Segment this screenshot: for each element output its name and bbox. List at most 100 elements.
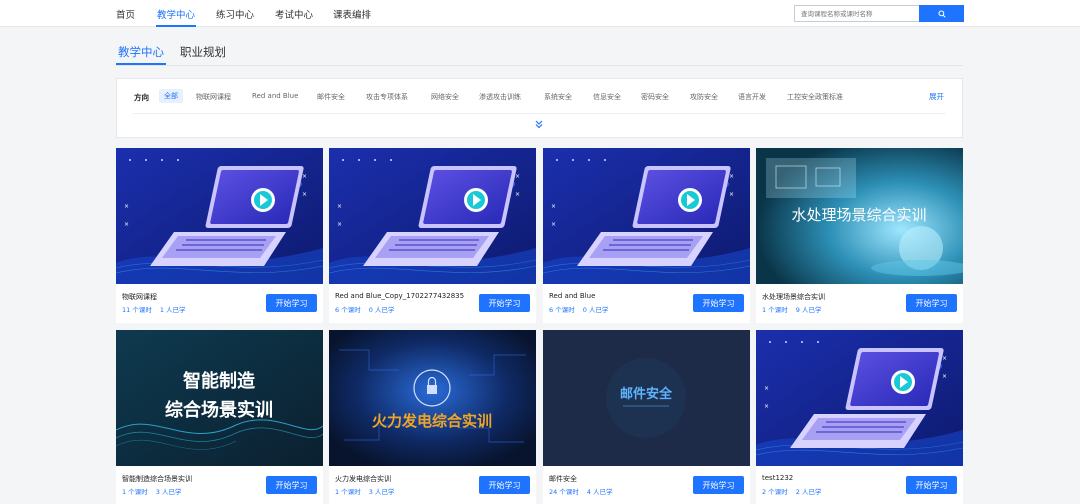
filter-chip[interactable]: 物联网课程 (196, 92, 231, 102)
svg-text:×: × (302, 173, 307, 180)
filter-chip[interactable]: 网络安全 (431, 92, 459, 102)
nav-home[interactable]: 首页 (116, 7, 135, 21)
course-card[interactable]: × × × × 物联网课程 11 个课时 1 人已学 开始学习 (116, 148, 323, 323)
start-learning-button[interactable]: 开始学习 (479, 476, 530, 494)
lesson-count: 24 个课时 (549, 488, 579, 496)
start-learning-button[interactable]: 开始学习 (479, 294, 530, 312)
course-card[interactable]: 智能制造 综合场景实训 智能制造综合场景实训 1 个课时 3 人已学 开始学习 (116, 330, 323, 504)
svg-text:邮件安全: 邮件安全 (620, 386, 673, 402)
filter-chip[interactable]: 语言开发 (738, 92, 766, 102)
filter-chip-all[interactable]: 全部 (159, 89, 183, 103)
filter-chip[interactable]: 密码安全 (641, 92, 669, 102)
direction-filter: 方向 全部 物联网课程 Red and Blue 邮件安全 攻击专项体系 网络安… (116, 78, 963, 138)
lesson-count: 11 个课时 (122, 306, 152, 314)
course-thumbnail[interactable]: 邮件安全 (543, 330, 750, 466)
svg-text:×: × (124, 221, 129, 228)
svg-text:火力发电综合实训: 火力发电综合实训 (372, 412, 492, 430)
nav-exam-center[interactable]: 考试中心 (275, 7, 313, 21)
course-thumbnail[interactable]: × × × × (116, 148, 323, 284)
start-learning-button[interactable]: 开始学习 (693, 294, 744, 312)
start-learning-button[interactable]: 开始学习 (906, 294, 957, 312)
filter-chip[interactable]: 邮件安全 (317, 92, 345, 102)
svg-text:×: × (729, 191, 734, 198)
filter-chip[interactable]: 渗透攻击训练 (479, 92, 521, 102)
svg-text:×: × (942, 355, 947, 362)
thermal-power-illustration: 火力发电综合实训 (329, 330, 536, 466)
svg-text:×: × (764, 385, 769, 392)
nav-schedule[interactable]: 课表编排 (333, 7, 371, 21)
course-thumbnail[interactable]: 智能制造 综合场景实训 (116, 330, 323, 466)
filter-chip[interactable]: 信息安全 (593, 92, 621, 102)
smart-manufacturing-illustration: 智能制造 综合场景实训 (116, 330, 323, 466)
course-thumbnail[interactable]: 水处理场景综合实训 (756, 148, 963, 284)
course-meta: 11 个课时 1 人已学 (122, 304, 186, 314)
mail-security-illustration: 邮件安全 (543, 330, 750, 466)
search-input[interactable] (794, 5, 919, 22)
svg-text:×: × (302, 191, 307, 198)
learner-count: 9 人已学 (795, 306, 822, 314)
course-meta: 1 个课时 3 人已学 (122, 486, 181, 496)
course-card[interactable]: 火力发电综合实训 火力发电综合实训 1 个课时 3 人已学 开始学习 (329, 330, 536, 504)
water-treatment-illustration: 水处理场景综合实训 (756, 148, 963, 284)
lesson-count: 1 个课时 (122, 488, 148, 496)
course-title[interactable]: Red and Blue_Copy_1702277432835 (335, 292, 464, 300)
learner-count: 2 人已学 (795, 488, 822, 496)
laptop-illustration: × × × × (756, 330, 963, 466)
tab-teaching-center[interactable]: 教学中心 (118, 44, 164, 60)
course-meta: 6 个课时 0 人已学 (335, 304, 394, 314)
course-card[interactable]: × × × × test1232 2 个课时 2 人已学 开始学习 (756, 330, 963, 504)
course-title[interactable]: 智能制造综合场景实训 (122, 474, 192, 484)
course-title[interactable]: test1232 (762, 474, 793, 482)
course-title[interactable]: 火力发电综合实训 (335, 474, 391, 484)
start-learning-button[interactable]: 开始学习 (266, 294, 317, 312)
course-meta: 1 个课时 9 人已学 (762, 304, 821, 314)
laptop-illustration: × × × × (329, 148, 536, 284)
nav-practice-center[interactable]: 练习中心 (216, 7, 254, 21)
start-learning-button[interactable]: 开始学习 (693, 476, 744, 494)
course-meta: 24 个课时 4 人已学 (549, 486, 613, 496)
svg-text:×: × (337, 203, 342, 210)
course-title[interactable]: 水处理场景综合实训 (762, 292, 825, 302)
learner-count: 0 人已学 (582, 306, 609, 314)
course-thumbnail[interactable]: × × × × (756, 330, 963, 466)
course-title[interactable]: 邮件安全 (549, 474, 577, 484)
filter-chip[interactable]: Red and Blue (252, 92, 298, 100)
tab-active-indicator (116, 63, 166, 65)
filter-chip[interactable]: 攻防安全 (690, 92, 718, 102)
learner-count: 0 人已学 (368, 306, 395, 314)
double-chevron-down-icon[interactable] (534, 119, 544, 129)
filter-chip[interactable]: 攻击专项体系 (366, 92, 408, 102)
course-title[interactable]: 物联网课程 (122, 292, 157, 302)
nav-teaching-center[interactable]: 教学中心 (157, 7, 195, 21)
search-button[interactable] (919, 5, 964, 22)
expand-link[interactable]: 展开 (929, 91, 944, 102)
filter-label: 方向 (134, 93, 149, 102)
tab-divider (116, 65, 963, 66)
start-learning-button[interactable]: 开始学习 (266, 476, 317, 494)
svg-text:×: × (942, 373, 947, 380)
learner-count: 4 人已学 (586, 488, 613, 496)
svg-text:×: × (337, 221, 342, 228)
course-meta: 2 个课时 2 人已学 (762, 486, 821, 496)
course-card[interactable]: 水处理场景综合实训 水处理场景综合实训 1 个课时 9 人已学 开始学习 (756, 148, 963, 323)
course-title[interactable]: Red and Blue (549, 292, 595, 300)
laptop-illustration: × × × × (116, 148, 323, 284)
filter-divider (133, 113, 946, 114)
top-navbar: 首页 教学中心 练习中心 考试中心 课表编排 (0, 0, 1080, 27)
start-learning-button[interactable]: 开始学习 (906, 476, 957, 494)
learner-count: 1 人已学 (159, 306, 186, 314)
tab-career-planning[interactable]: 职业规划 (180, 44, 226, 60)
svg-text:智能制造: 智能制造 (183, 370, 255, 392)
course-thumbnail[interactable]: 火力发电综合实训 (329, 330, 536, 466)
filter-chip[interactable]: 工控安全政策标准 (787, 92, 843, 102)
course-card[interactable]: × × × × Red and Blue 6 个课时 0 人已学 开始学习 (543, 148, 750, 323)
course-meta: 1 个课时 3 人已学 (335, 486, 394, 496)
filter-chip[interactable]: 系统安全 (544, 92, 572, 102)
course-thumbnail[interactable]: × × × × (543, 148, 750, 284)
course-thumbnail[interactable]: × × × × (329, 148, 536, 284)
search-icon (937, 9, 946, 18)
lesson-count: 6 个课时 (335, 306, 361, 314)
course-card[interactable]: 邮件安全 邮件安全 24 个课时 4 人已学 开始学习 (543, 330, 750, 504)
course-card[interactable]: × × × × Red and Blue_Copy_1702277432835 … (329, 148, 536, 323)
learner-count: 3 人已学 (155, 488, 182, 496)
